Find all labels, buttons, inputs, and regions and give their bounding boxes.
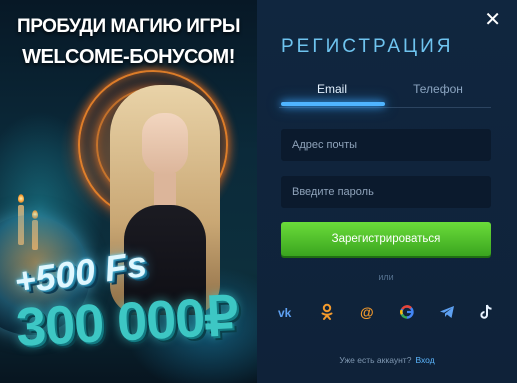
tiktok-icon[interactable] [477, 302, 497, 322]
promo-subheadline: WELCOME-БОНУСОМ! [22, 46, 235, 68]
page-title: РЕГИСТРАЦИЯ [281, 36, 454, 57]
bonus-amount: 300 000₽ [14, 286, 240, 358]
promo-banner: ПРОБУДИ МАГИЮ ИГРЫ WELCOME-БОНУСОМ! +500… [0, 0, 257, 383]
vk-icon[interactable]: vk [277, 302, 297, 322]
svg-text:vk: vk [278, 306, 292, 318]
email-field[interactable] [281, 129, 491, 161]
registration-form: ✕ РЕГИСТРАЦИЯ Email Телефон Зарегистриро… [257, 0, 517, 383]
odnoklassniki-icon[interactable] [317, 302, 337, 322]
register-button[interactable]: Зарегистрироваться [281, 222, 491, 256]
footer-text: Уже есть аккаунт? [339, 355, 412, 365]
login-link[interactable]: Вход [415, 355, 434, 365]
promo-headline: ПРОБУДИ МАГИЮ ИГРЫ [17, 16, 240, 37]
registration-tabs: Email Телефон [279, 74, 491, 108]
or-divider: или [378, 272, 394, 282]
candle-flame [18, 194, 24, 203]
social-login-row: vk @ [277, 302, 499, 322]
telegram-icon[interactable] [437, 302, 457, 322]
svg-text:@: @ [360, 304, 374, 320]
login-prompt: Уже есть аккаунт? Вход [257, 355, 517, 365]
mailru-icon[interactable]: @ [357, 302, 377, 322]
close-icon[interactable]: ✕ [484, 10, 501, 30]
google-icon[interactable] [397, 302, 417, 322]
password-field[interactable] [281, 176, 491, 208]
active-tab-indicator [281, 102, 385, 106]
tab-email[interactable]: Email [279, 82, 385, 96]
tab-phone[interactable]: Телефон [385, 82, 491, 96]
